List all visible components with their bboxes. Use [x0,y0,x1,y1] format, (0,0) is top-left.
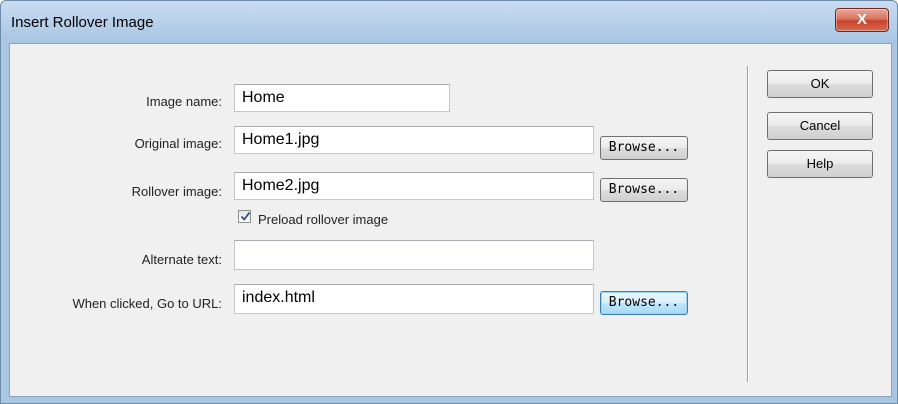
rollover-image-browse-button[interactable]: Browse... [600,178,688,202]
go-to-url-browse-button[interactable]: Browse... [600,291,688,315]
dialog-title: Insert Rollover Image [11,14,154,31]
close-button[interactable]: X [835,8,889,32]
alternate-text-input[interactable] [234,240,594,270]
alternate-text-label: Alternate text: [141,252,222,267]
cancel-button[interactable]: Cancel [767,112,873,140]
go-to-url-label: When clicked, Go to URL: [72,296,222,311]
dialog-body: Image name: Home Original image: Home1.j… [9,43,892,397]
image-name-input[interactable]: Home [234,84,450,112]
original-image-input[interactable]: Home1.jpg [234,126,594,154]
checkmark-icon [240,211,251,221]
image-name-label: Image name: [146,94,222,109]
preload-label: Preload rollover image [258,212,389,227]
preload-checkbox[interactable] [238,210,251,223]
dialog-window: Insert Rollover Image X Image name: Home… [0,0,898,404]
original-image-label: Original image: [134,136,222,151]
rollover-image-label: Rollover image: [131,184,222,199]
close-icon: X [856,11,867,28]
vertical-divider [747,66,749,382]
title-bar[interactable]: Insert Rollover Image X [1,1,897,45]
go-to-url-input[interactable]: index.html [234,284,594,314]
help-button[interactable]: Help [767,150,873,178]
ok-button[interactable]: OK [767,70,873,98]
original-image-browse-button[interactable]: Browse... [600,136,688,160]
rollover-image-input[interactable]: Home2.jpg [234,172,594,200]
